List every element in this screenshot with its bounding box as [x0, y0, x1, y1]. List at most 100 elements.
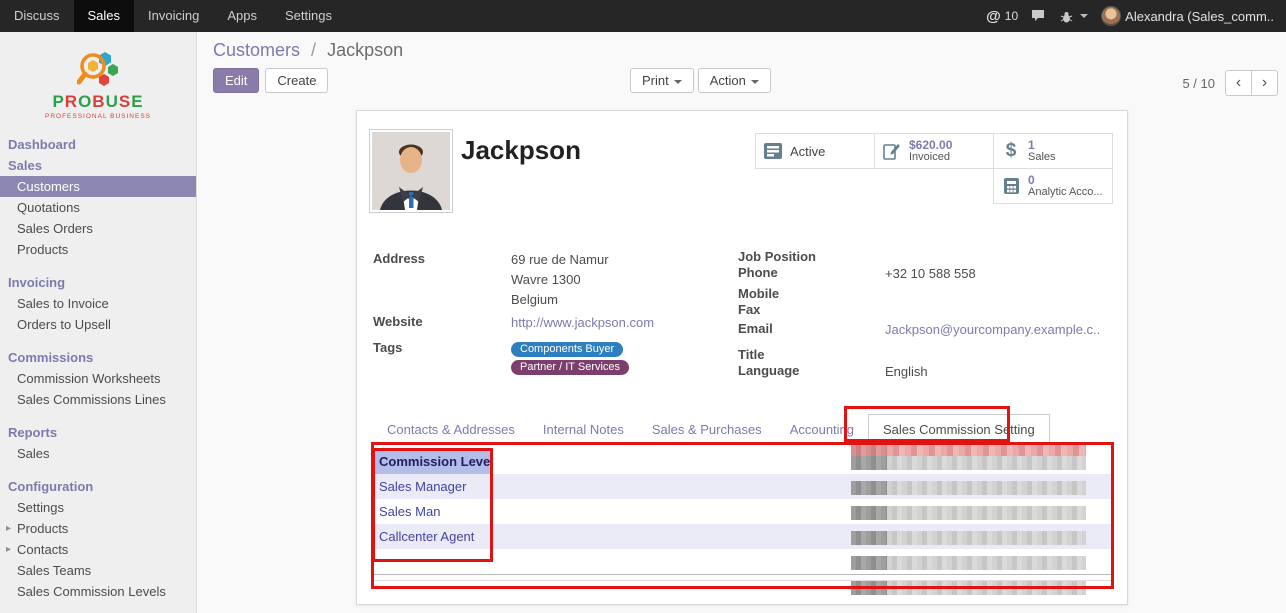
edit-button[interactable]: Edit [213, 68, 259, 93]
website-link[interactable]: http://www.jackpson.com [511, 315, 654, 330]
logo-title: PROBUSE [23, 92, 173, 112]
record-title: Jackpson [461, 135, 581, 166]
tab-accounting[interactable]: Accounting [776, 415, 868, 444]
cell-commission-level [373, 549, 491, 574]
chat-button[interactable] [1031, 9, 1047, 23]
sidebar-item-label: Contacts [17, 542, 68, 557]
sales-stat-button[interactable]: $ 1 Sales [993, 133, 1113, 169]
top-menu-sales[interactable]: Sales [74, 0, 135, 32]
address-label: Address [373, 251, 425, 266]
pager-previous-button[interactable]: ‹ [1225, 70, 1252, 96]
email-link[interactable]: Jackpson@yourcompany.example.c.. [885, 322, 1100, 337]
menu-header-reports[interactable]: Reports [0, 422, 196, 443]
messaging-count: 10 [1005, 9, 1018, 23]
messaging-at-icon: @ [986, 8, 1001, 25]
tab-contacts-addresses[interactable]: Contacts & Addresses [373, 415, 529, 444]
top-menu: Discuss Sales Invoicing Apps Settings [0, 0, 346, 32]
action-dropdown-button[interactable]: Action [698, 68, 771, 93]
breadcrumb: Customers / Jackpson [213, 40, 403, 61]
customer-photo [369, 129, 453, 213]
sales-icon: $ [1000, 140, 1022, 162]
top-menu-apps[interactable]: Apps [213, 0, 271, 32]
user-menu[interactable]: Alexandra (Sales_comm.. [1101, 6, 1274, 26]
stat-label: Sales [1028, 151, 1056, 163]
sidebar-item-quotations[interactable]: Quotations [0, 197, 196, 218]
debug-menu[interactable] [1060, 10, 1088, 23]
phone-label: Phone [738, 265, 778, 280]
job-position-label: Job Position [738, 249, 816, 264]
sidebar-item-label: Products [17, 521, 68, 536]
messaging-menu[interactable]: @ 10 [986, 8, 1018, 25]
create-button[interactable]: Create [265, 68, 328, 93]
chevron-right-icon: ▸ [6, 520, 11, 537]
redacted-region [851, 581, 1086, 595]
cell-commission-level: Sales Man [373, 499, 491, 524]
chat-icon [1031, 9, 1047, 23]
sidebar-item-settings[interactable]: Settings [0, 497, 196, 518]
sidebar-item-sales-to-invoice[interactable]: Sales to Invoice [0, 293, 196, 314]
website-label: Website [373, 314, 423, 329]
action-label: Action [710, 73, 746, 88]
sidebar-item-products[interactable]: Products [0, 239, 196, 260]
mobile-label: Mobile [738, 286, 779, 301]
fax-label: Fax [738, 302, 760, 317]
sidebar-item-config-products[interactable]: ▸ Products [0, 518, 196, 539]
sidebar-item-sales-commissions-lines[interactable]: Sales Commissions Lines [0, 389, 196, 410]
menu-header-commissions[interactable]: Commissions [0, 347, 196, 368]
invoice-icon [881, 142, 903, 160]
menu-header-sales[interactable]: Sales [0, 155, 196, 176]
column-header-commission-level[interactable]: Commission Level [373, 449, 491, 474]
stat-label: Active [790, 144, 825, 159]
top-menu-settings[interactable]: Settings [271, 0, 346, 32]
sidebar-item-reports-sales[interactable]: Sales [0, 443, 196, 464]
active-stat-button[interactable]: Active [755, 133, 875, 169]
redacted-region [851, 443, 1086, 457]
redacted-region [851, 556, 1086, 570]
title-label: Title [738, 347, 765, 362]
stat-label: Analytic Acco... [1028, 186, 1103, 198]
sidebar-item-orders-to-upsell[interactable]: Orders to Upsell [0, 314, 196, 335]
tag-badge-components-buyer: Components Buyer [511, 340, 623, 357]
sidebar-menu: Dashboard Sales Customers Quotations Sal… [0, 134, 196, 602]
top-menu-discuss[interactable]: Discuss [0, 0, 74, 32]
sidebar-item-sales-orders[interactable]: Sales Orders [0, 218, 196, 239]
breadcrumb-current: Jackpson [327, 40, 403, 60]
sidebar-item-config-contacts[interactable]: ▸ Contacts [0, 539, 196, 560]
sidebar: PROBUSE PROFESSIONAL BUSINESS Dashboard … [0, 32, 197, 613]
analytic-stat-button[interactable]: 0 Analytic Acco... [993, 168, 1113, 204]
menu-header-invoicing[interactable]: Invoicing [0, 272, 196, 293]
menu-header-configuration[interactable]: Configuration [0, 476, 196, 497]
chevron-down-icon [1080, 14, 1088, 22]
chevron-right-icon: ▸ [6, 541, 11, 558]
print-dropdown-button[interactable]: Print [630, 68, 694, 93]
active-icon [762, 142, 784, 160]
probuse-logo-icon [77, 48, 119, 92]
address-line: Belgium [511, 292, 558, 307]
top-menu-invoicing[interactable]: Invoicing [134, 0, 213, 32]
sidebar-item-sales-commission-levels[interactable]: Sales Commission Levels [0, 581, 196, 602]
cell-commission-level: Sales Manager [373, 474, 491, 499]
user-avatar [1101, 6, 1121, 26]
breadcrumb-parent[interactable]: Customers [213, 40, 300, 60]
stat-value: $620.00 [909, 139, 952, 151]
print-label: Print [642, 73, 669, 88]
sidebar-item-sales-teams[interactable]: Sales Teams [0, 560, 196, 581]
sidebar-item-customers[interactable]: Customers [0, 176, 196, 197]
redacted-region [851, 456, 1086, 470]
stat-value: 0 [1028, 174, 1103, 186]
main-content: Customers / Jackpson Edit Create Print A… [197, 32, 1286, 613]
tab-internal-notes[interactable]: Internal Notes [529, 415, 638, 444]
chevron-down-icon [751, 80, 759, 88]
tags-label: Tags [373, 340, 402, 355]
tab-sales-purchases[interactable]: Sales & Purchases [638, 415, 776, 444]
redacted-region [851, 506, 1086, 520]
sidebar-item-commission-worksheets[interactable]: Commission Worksheets [0, 368, 196, 389]
notebook-tabbar: Contacts & Addresses Internal Notes Sale… [373, 414, 1114, 445]
probuse-logo: PROBUSE PROFESSIONAL BUSINESS [23, 48, 173, 120]
tab-sales-commission-setting[interactable]: Sales Commission Setting [868, 414, 1050, 445]
stat-label: Invoiced [909, 151, 952, 163]
menu-header-dashboard[interactable]: Dashboard [0, 134, 196, 155]
invoiced-stat-button[interactable]: $620.00 Invoiced [874, 133, 994, 169]
pager-next-button[interactable]: › [1251, 70, 1278, 96]
form-sheet: Jackpson Active $620.00 Invoiced [356, 110, 1128, 605]
